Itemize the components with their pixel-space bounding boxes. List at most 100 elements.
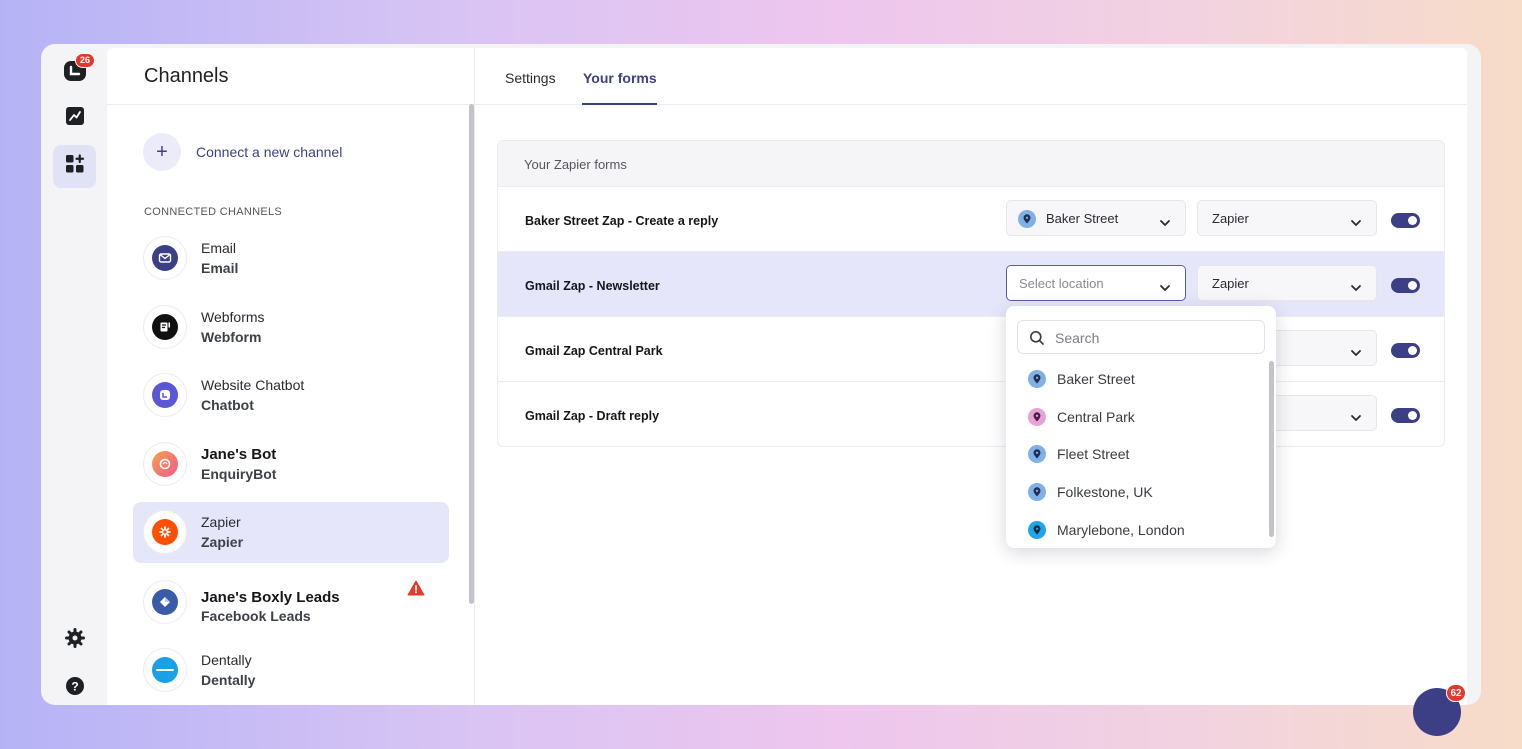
dentally-icon bbox=[152, 657, 178, 683]
channel-item-janes-bot[interactable]: Jane's Bot EnquiryBot bbox=[133, 434, 449, 495]
channel-icon-ring bbox=[143, 510, 187, 554]
tab-settings[interactable]: Settings bbox=[505, 70, 556, 86]
channel-icon-ring bbox=[143, 236, 187, 280]
form-name: Baker Street Zap - Create a reply bbox=[525, 214, 719, 228]
option-label: Marylebone, London bbox=[1057, 522, 1185, 538]
chevron-down-icon bbox=[1350, 344, 1362, 362]
option-label: Fleet Street bbox=[1057, 446, 1130, 462]
location-option-baker-street[interactable]: Baker Street bbox=[1028, 367, 1135, 391]
form-name: Gmail Zap - Draft reply bbox=[525, 409, 660, 423]
location-pin-icon bbox=[1028, 408, 1046, 426]
connect-channel-button[interactable]: + Connect a new channel bbox=[143, 133, 342, 171]
channel-icon-ring bbox=[143, 648, 187, 692]
app-select[interactable]: Zapier bbox=[1197, 265, 1377, 301]
divider bbox=[107, 104, 475, 105]
channel-name: Website Chatbot bbox=[201, 377, 305, 393]
enable-toggle[interactable] bbox=[1391, 278, 1420, 293]
form-name: Gmail Zap - Newsletter bbox=[525, 279, 660, 293]
selected-location: Baker Street bbox=[1046, 211, 1119, 226]
enable-toggle[interactable] bbox=[1391, 408, 1420, 423]
enable-toggle[interactable] bbox=[1391, 213, 1420, 228]
page-title: Channels bbox=[144, 65, 229, 87]
channel-name: Email bbox=[201, 240, 237, 256]
table-row: Gmail Zap - Newsletter Select location Z… bbox=[498, 251, 1444, 316]
location-pin-icon bbox=[1028, 445, 1046, 463]
location-placeholder: Select location bbox=[1019, 276, 1104, 291]
reports-icon bbox=[65, 106, 85, 131]
connect-channel-label: Connect a new channel bbox=[196, 144, 343, 160]
help-button[interactable]: ? bbox=[53, 667, 96, 705]
channel-icon-ring bbox=[143, 305, 187, 349]
reports-button[interactable] bbox=[53, 97, 96, 140]
channels-scrollbar[interactable] bbox=[469, 104, 474, 604]
channel-item-webforms[interactable]: Webforms Webform bbox=[133, 297, 449, 358]
table-header: Your Zapier forms bbox=[498, 141, 1444, 186]
channel-icon-ring bbox=[143, 442, 187, 486]
location-pin-icon bbox=[1028, 521, 1046, 539]
channels-panel: Channels + Connect a new channel CONNECT… bbox=[107, 48, 475, 705]
location-option-fleet-street[interactable]: Fleet Street bbox=[1028, 442, 1129, 466]
chevron-down-icon bbox=[1350, 279, 1362, 297]
settings-button[interactable] bbox=[53, 619, 96, 662]
logo-button[interactable]: 26 bbox=[53, 52, 96, 95]
chevron-down-icon bbox=[1350, 214, 1362, 232]
channel-type: Facebook Leads bbox=[201, 608, 311, 624]
channel-name: Jane's Boxly Leads bbox=[201, 589, 340, 606]
email-icon bbox=[152, 245, 178, 271]
channel-name: Webforms bbox=[201, 309, 265, 325]
settings-icon bbox=[64, 628, 85, 653]
option-label: Central Park bbox=[1057, 409, 1135, 425]
option-label: Folkestone, UK bbox=[1057, 484, 1153, 500]
boxly-icon bbox=[152, 589, 178, 615]
webform-icon bbox=[152, 314, 178, 340]
warning-icon[interactable] bbox=[407, 580, 425, 601]
chevron-down-icon bbox=[1159, 214, 1171, 232]
app-select[interactable]: Zapier bbox=[1197, 200, 1377, 236]
channel-type: Zapier bbox=[201, 534, 244, 550]
help-icon: ? bbox=[65, 676, 85, 701]
search-placeholder: Search bbox=[1055, 330, 1100, 346]
channel-icon-ring bbox=[143, 580, 187, 624]
channels-button[interactable] bbox=[53, 145, 96, 188]
channel-item-janes-boxly-leads[interactable]: Jane's Boxly Leads Facebook Leads bbox=[133, 572, 449, 633]
chevron-down-icon bbox=[1159, 279, 1171, 297]
channel-item-zapier[interactable]: Zapier Zapier bbox=[133, 502, 449, 563]
channel-icon-ring bbox=[143, 373, 187, 417]
location-pin-icon bbox=[1018, 210, 1036, 228]
channel-item-website-chatbot[interactable]: Website Chatbot Chatbot bbox=[133, 365, 449, 426]
location-option-central-park[interactable]: Central Park bbox=[1028, 405, 1135, 429]
table-row: Gmail Zap Central Park bbox=[498, 316, 1444, 381]
selected-app: Zapier bbox=[1212, 276, 1249, 291]
tab-bar: Settings Your forms bbox=[475, 48, 1467, 105]
location-search-input[interactable]: Search bbox=[1017, 320, 1265, 354]
chatbot-icon bbox=[152, 382, 178, 408]
notification-badge: 26 bbox=[75, 53, 96, 68]
connected-channels-heading: CONNECTED CHANNELS bbox=[144, 206, 283, 218]
channel-name: Jane's Bot bbox=[201, 446, 277, 463]
enquirybot-icon bbox=[152, 451, 178, 477]
enable-toggle[interactable] bbox=[1391, 343, 1420, 358]
location-pin-icon bbox=[1028, 370, 1046, 388]
location-dropdown: Search Baker Street Central Park Fleet S… bbox=[1006, 306, 1276, 548]
chevron-down-icon bbox=[1350, 409, 1362, 427]
table-header-label: Your Zapier forms bbox=[524, 157, 627, 172]
location-select[interactable]: Select location bbox=[1006, 265, 1186, 301]
selected-app: Zapier bbox=[1212, 211, 1249, 226]
option-label: Baker Street bbox=[1057, 371, 1135, 387]
channel-item-dentally[interactable]: Dentally Dentally bbox=[133, 640, 449, 701]
search-icon bbox=[1029, 330, 1045, 351]
channel-item-email[interactable]: Email Email bbox=[133, 228, 449, 289]
location-option-marylebone[interactable]: Marylebone, London bbox=[1028, 518, 1185, 542]
plus-icon: + bbox=[143, 133, 181, 171]
channel-type: Email bbox=[201, 260, 239, 276]
table-row: Baker Street Zap - Create a reply Baker … bbox=[498, 186, 1444, 251]
dropdown-scrollbar[interactable] bbox=[1269, 361, 1274, 537]
form-name: Gmail Zap Central Park bbox=[525, 344, 663, 358]
forms-panel: Settings Your forms Your Zapier forms Ba… bbox=[475, 48, 1467, 705]
table-row: Gmail Zap - Draft reply bbox=[498, 381, 1444, 446]
location-option-folkestone[interactable]: Folkestone, UK bbox=[1028, 480, 1153, 504]
location-select[interactable]: Baker Street bbox=[1006, 200, 1186, 236]
active-tab-indicator bbox=[582, 103, 657, 105]
location-pin-icon bbox=[1028, 483, 1046, 501]
tab-your-forms[interactable]: Your forms bbox=[583, 70, 657, 86]
